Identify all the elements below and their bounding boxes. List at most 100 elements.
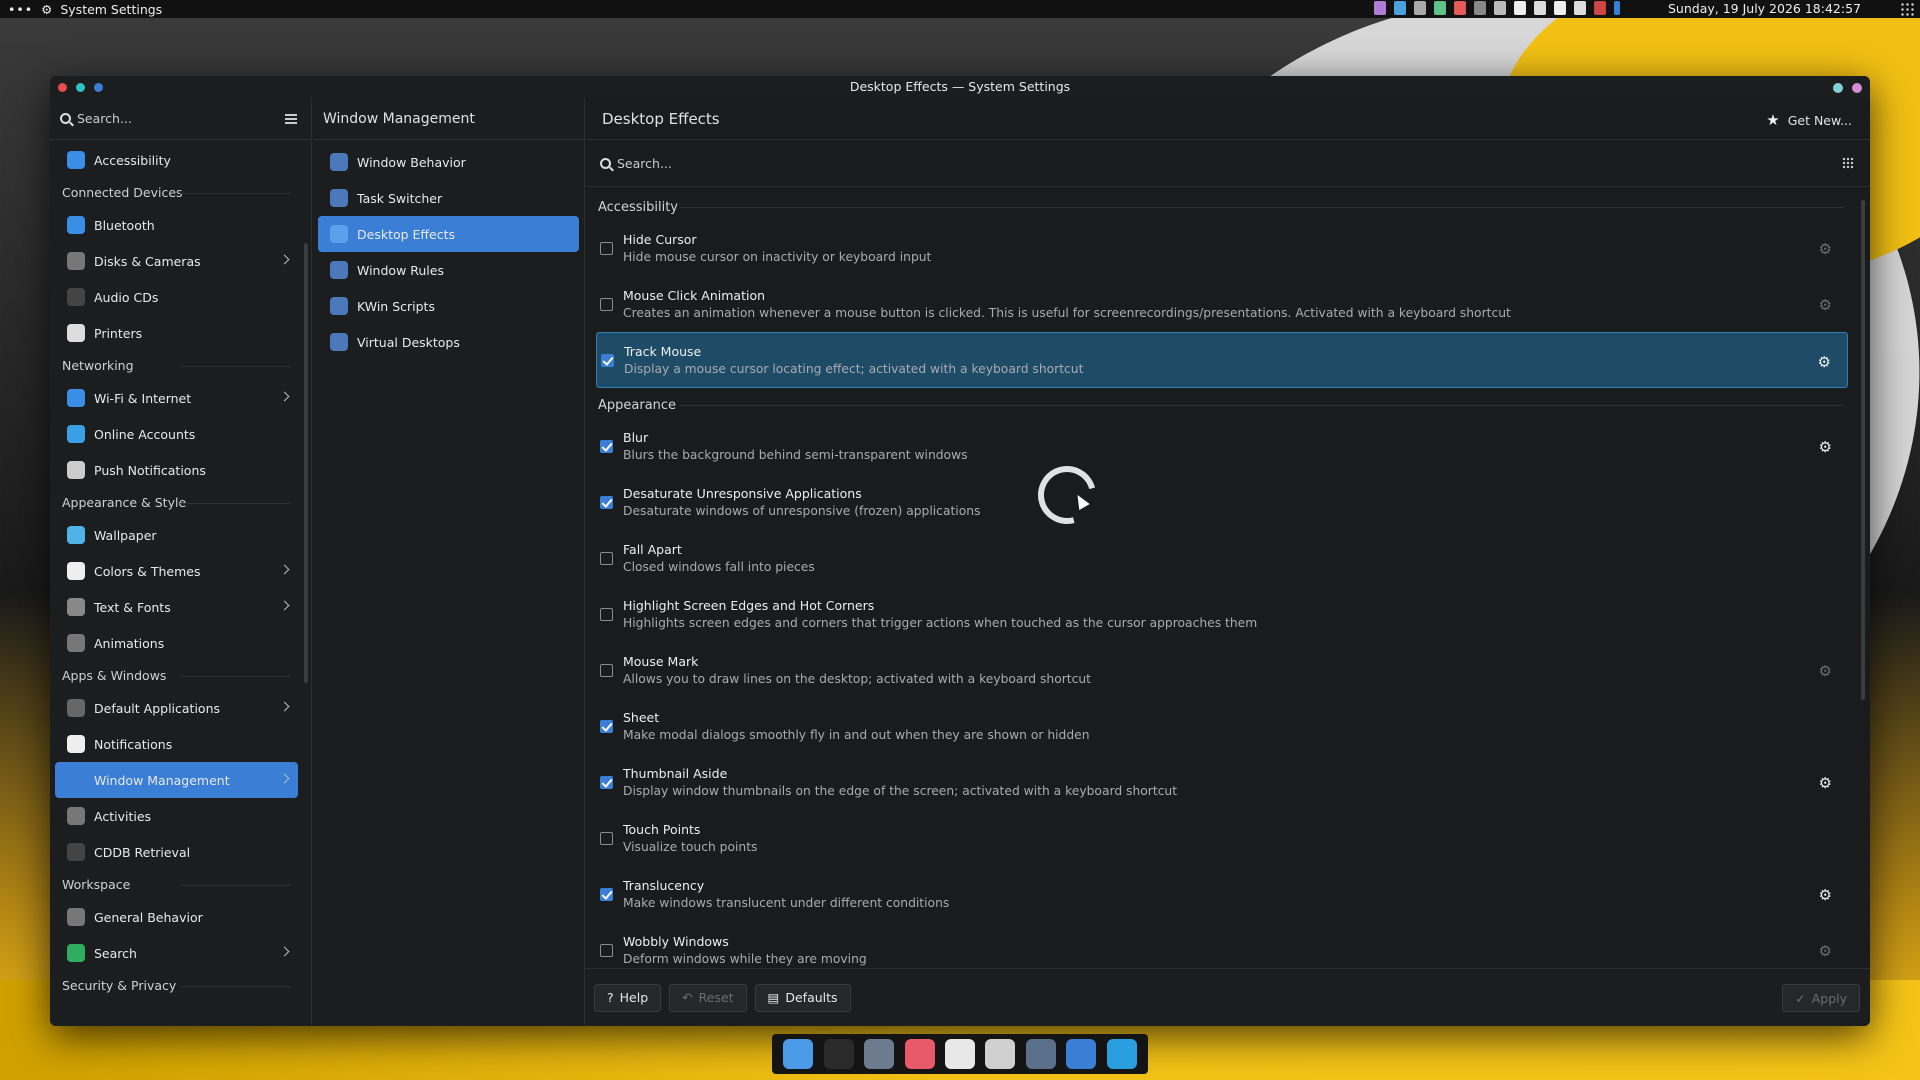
tray-icon[interactable] <box>1554 1 1566 15</box>
effect-checkbox[interactable] <box>600 241 613 255</box>
effect-checkbox[interactable] <box>600 607 613 621</box>
sidebar-item-animations[interactable]: Animations <box>55 625 298 661</box>
effect-row[interactable]: Hide Cursor Hide mouse cursor on inactivi… <box>596 220 1848 276</box>
effect-row[interactable]: Translucency Make windows translucent und… <box>596 866 1848 922</box>
sidebar-item-activities[interactable]: Activities <box>55 798 298 834</box>
effect-checkbox[interactable] <box>600 775 613 789</box>
sidebar-item-text-fonts[interactable]: Text & Fonts <box>55 589 298 625</box>
sidebar-scrollbar[interactable] <box>304 143 309 1026</box>
search-input[interactable]: Search... <box>77 111 132 126</box>
subnav-item-window-behavior[interactable]: Window Behavior <box>318 144 579 180</box>
effect-row[interactable]: Mouse Mark Allows you to draw lines on th… <box>596 642 1848 698</box>
configure-gear-icon[interactable]: ⚙ <box>1818 353 1831 371</box>
configure-gear-icon[interactable]: ⚙ <box>1819 296 1832 314</box>
effect-checkbox[interactable] <box>600 887 613 901</box>
configure-gear-icon[interactable]: ⚙ <box>1819 438 1832 456</box>
reset-button[interactable]: ↶ Reset <box>669 983 747 1012</box>
close-button[interactable] <box>58 83 67 92</box>
effect-row[interactable]: Fall Apart Closed windows fall into piece… <box>596 530 1848 586</box>
sidebar-search[interactable]: Search... <box>50 98 311 140</box>
tray-icon[interactable] <box>1374 1 1386 15</box>
tray-icon[interactable] <box>1394 1 1406 15</box>
subnav-item-desktop-effects[interactable]: Desktop Effects <box>318 216 579 252</box>
sidebar-item-default-applications[interactable]: Default Applications <box>55 690 298 726</box>
effect-checkbox[interactable] <box>601 353 614 367</box>
tray-icon[interactable] <box>1414 1 1426 15</box>
tray-icon[interactable] <box>1574 1 1586 15</box>
sidebar-item-printers[interactable]: Printers <box>55 315 298 351</box>
sidebar-item-wallpaper[interactable]: Wallpaper <box>55 517 298 553</box>
defaults-button[interactable]: ▤ Defaults <box>754 983 851 1012</box>
shade-button[interactable] <box>1852 83 1862 93</box>
photos-icon[interactable] <box>904 1039 935 1069</box>
app-grid-icon[interactable] <box>1900 2 1914 16</box>
subnav-item-task-switcher[interactable]: Task Switcher <box>318 180 579 216</box>
configure-gear-icon[interactable]: ⚙ <box>1819 662 1832 680</box>
configure-gear-icon[interactable]: ⚙ <box>1819 942 1832 960</box>
effects-search-input[interactable]: Search... <box>617 156 672 171</box>
terminal-icon[interactable] <box>823 1039 854 1069</box>
tray-icon[interactable] <box>1614 1 1620 15</box>
effect-checkbox[interactable] <box>600 297 613 311</box>
subnav-item-window-rules[interactable]: Window Rules <box>318 252 579 288</box>
effect-checkbox[interactable] <box>600 551 613 565</box>
sidebar-item-bluetooth[interactable]: Bluetooth <box>55 207 298 243</box>
tray-icon[interactable] <box>1594 1 1606 15</box>
effect-row[interactable]: Touch Points Visualize touch points <box>596 810 1848 866</box>
effect-checkbox[interactable] <box>600 495 613 509</box>
effect-row[interactable]: Mouse Click Animation Creates an animatio… <box>596 276 1848 332</box>
effect-row[interactable]: Track Mouse Display a mouse cursor locati… <box>596 332 1848 388</box>
tray-icon[interactable] <box>1454 1 1466 15</box>
minimize-button[interactable] <box>76 83 85 92</box>
keep-above-button[interactable] <box>1833 83 1843 93</box>
effect-row[interactable]: Wobbly Windows Deform windows while they … <box>596 922 1848 966</box>
view-options-icon[interactable] <box>1842 157 1854 169</box>
browser-icon[interactable] <box>1066 1039 1097 1069</box>
tray-icon[interactable] <box>1514 1 1526 15</box>
effect-checkbox[interactable] <box>600 831 613 845</box>
effect-row[interactable]: Highlight Screen Edges and Hot Corners Hi… <box>596 586 1848 642</box>
effect-checkbox[interactable] <box>600 943 613 957</box>
sidebar-item-general-behavior[interactable]: General Behavior <box>55 899 298 935</box>
calculator-icon[interactable] <box>985 1039 1016 1069</box>
effect-checkbox[interactable] <box>600 439 613 453</box>
sidebar-item-window-management[interactable]: Window Management <box>55 762 298 798</box>
maximize-button[interactable] <box>94 83 103 92</box>
active-app[interactable]: ••• ⚙ System Settings <box>8 2 162 17</box>
get-new-button[interactable]: ★ Get New... <box>1766 111 1852 129</box>
effect-row[interactable]: Sheet Make modal dialogs smoothly fly in … <box>596 698 1848 754</box>
sidebar-item-cddb-retrieval[interactable]: CDDB Retrieval <box>55 834 298 870</box>
configure-gear-icon[interactable]: ⚙ <box>1819 886 1832 904</box>
apply-button[interactable]: ✓ Apply <box>1782 984 1860 1012</box>
sidebar-item-disks-cameras[interactable]: Disks & Cameras <box>55 243 298 279</box>
subnav-item-virtual-desktops[interactable]: Virtual Desktops <box>318 324 579 360</box>
sidebar-item-notifications[interactable]: Notifications <box>55 726 298 762</box>
tray-icon[interactable] <box>1474 1 1486 15</box>
effects-scrollbar[interactable] <box>1861 194 1866 970</box>
volume-icon[interactable] <box>1534 1 1546 15</box>
sidebar-item-online-accounts[interactable]: Online Accounts <box>55 416 298 452</box>
sidebar-item-accessibility[interactable]: Accessibility <box>55 142 298 178</box>
tray-icon[interactable] <box>1494 1 1506 15</box>
text-editor-icon[interactable] <box>944 1039 975 1069</box>
telegram-icon[interactable] <box>1106 1039 1137 1069</box>
sidebar-item-push-notifications[interactable]: Push Notifications <box>55 452 298 488</box>
sidebar-item-wi-fi-internet[interactable]: Wi-Fi & Internet <box>55 380 298 416</box>
configure-gear-icon[interactable]: ⚙ <box>1819 774 1832 792</box>
sidebar-item-search[interactable]: Search <box>55 935 298 971</box>
effect-checkbox[interactable] <box>600 719 613 733</box>
titlebar[interactable]: Desktop Effects — System Settings <box>50 76 1870 98</box>
effect-checkbox[interactable] <box>600 663 613 677</box>
configure-gear-icon[interactable]: ⚙ <box>1819 240 1832 258</box>
effect-row[interactable]: Blur Blurs the background behind semi-tra… <box>596 418 1848 474</box>
help-button[interactable]: ? Help <box>594 983 662 1012</box>
finder-icon[interactable] <box>783 1039 814 1069</box>
hamburger-menu-icon[interactable] <box>285 114 297 124</box>
subnav-item-kwin-scripts[interactable]: KWin Scripts <box>318 288 579 324</box>
file-manager-icon[interactable] <box>864 1039 895 1069</box>
tray-icon[interactable] <box>1434 1 1446 15</box>
effect-row[interactable]: Desaturate Unresponsive Applications Desa… <box>596 474 1848 530</box>
menu-dots-icon[interactable]: ••• <box>8 2 33 17</box>
system-settings-icon[interactable] <box>1025 1039 1056 1069</box>
effect-row[interactable]: Thumbnail Aside Display window thumbnails… <box>596 754 1848 810</box>
